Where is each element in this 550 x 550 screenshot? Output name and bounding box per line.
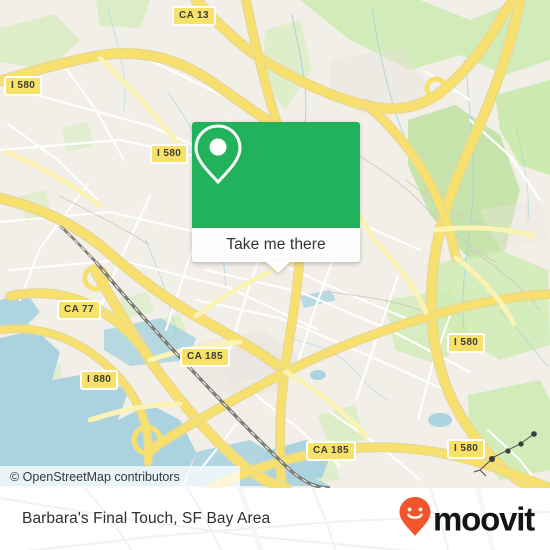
take-me-there-button[interactable]: Take me there [192, 228, 360, 273]
road-shield-ca-77: CA 77 [57, 300, 101, 320]
road-shield-ca-185-mid: CA 185 [180, 347, 230, 367]
destination-callout-card[interactable]: Take me there [192, 122, 360, 273]
road-shield-i-580-se: I 580 [447, 439, 486, 459]
footer-bar: Barbara's Final Touch, SF Bay Area moovi… [0, 488, 550, 550]
take-me-there-label: Take me there [226, 236, 326, 253]
road-shield-i-580-center: I 580 [150, 144, 189, 164]
place-name-label: Barbara's Final Touch, SF Bay Area [22, 510, 271, 527]
road-shield-ca-13: CA 13 [172, 6, 216, 26]
road-shield-i-580-nw: I 580 [4, 76, 43, 96]
screenshot-root: .water{fill:#aad3df} .park{fill:#cdebb0}… [0, 0, 550, 550]
map-canvas[interactable]: .water{fill:#aad3df} .park{fill:#cdebb0}… [0, 0, 550, 488]
moovit-smiley-pin-icon [398, 496, 432, 543]
moovit-wordmark: moovit [433, 500, 535, 538]
moovit-brand[interactable]: moovit [398, 496, 535, 543]
osm-attribution[interactable]: © OpenStreetMap contributors [0, 466, 240, 488]
road-shield-i-880: I 880 [80, 370, 119, 390]
road-shield-ca-185-south: CA 185 [306, 441, 356, 461]
callout-pointer-tail [265, 261, 291, 273]
callout-pin-area [192, 122, 360, 228]
road-shield-i-580-east: I 580 [447, 333, 486, 353]
